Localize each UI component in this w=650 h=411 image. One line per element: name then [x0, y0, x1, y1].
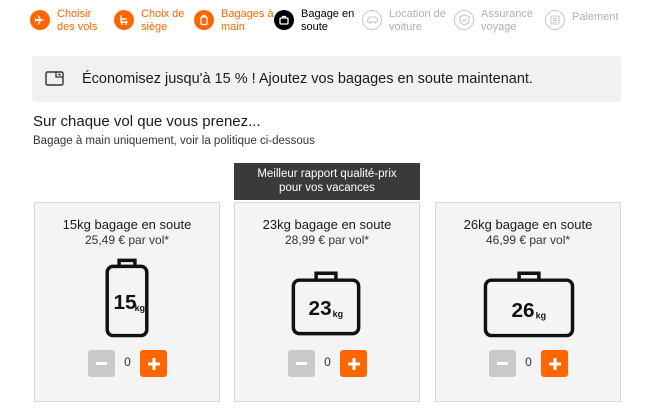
hold-bag-option-23kg[interactable]: 23kg bagage en soute 28,99 € par vol* 23… — [234, 202, 420, 402]
promo-banner: Économisez jusqu'à 15 % ! Ajoutez vos ba… — [32, 56, 621, 102]
hold-bag-option-15kg[interactable]: 15kg bagage en soute 25,49 € par vol* 15… — [34, 202, 220, 402]
increase-button[interactable] — [340, 350, 367, 377]
step-seat-choice[interactable]: Choix de siège — [114, 8, 184, 34]
suitcase-26kg-icon: 26 kg — [483, 271, 575, 338]
section-subheading: Bagage à main uniquement, voir la politi… — [33, 135, 315, 147]
best-value-banner: Meilleur rapport qualité-prix pour vos v… — [234, 163, 420, 200]
increase-button[interactable] — [541, 350, 568, 377]
hold-luggage-icon — [274, 10, 294, 30]
quantity-value: 0 — [124, 355, 131, 369]
decrease-button[interactable] — [288, 350, 315, 377]
step-hold-luggage[interactable]: Bagage en soute — [274, 8, 354, 34]
step-cabin-bags[interactable]: Bagages à main — [194, 8, 274, 34]
quantity-value: 0 — [525, 355, 532, 369]
step-label: Assurance voyage — [481, 8, 533, 33]
shield-icon — [454, 10, 474, 30]
seat-icon — [114, 10, 134, 30]
step-choose-flights[interactable]: Choisir des vols — [30, 8, 97, 34]
bag-weight: 15 — [113, 291, 136, 314]
hold-bag-option-26kg[interactable]: 26kg bagage en soute 46,99 € par vol* 26… — [435, 202, 621, 402]
bag-weight: 26 — [511, 299, 534, 322]
booking-steps: Choisir des vols Choix de siège Bagages … — [30, 8, 630, 42]
option-title: 15kg bagage en soute — [62, 217, 192, 232]
step-car-rental[interactable]: Location de voiture — [362, 8, 446, 34]
plane-icon — [30, 10, 50, 30]
step-label: Choisir des vols — [57, 8, 98, 33]
bag-unit: kg — [333, 309, 343, 319]
cabin-bag-icon — [194, 10, 214, 30]
option-price: 28,99 € par vol* — [284, 233, 370, 247]
decrease-button[interactable] — [489, 350, 516, 377]
step-label: Location de voiture — [389, 8, 446, 33]
step-payment[interactable]: Paiement — [545, 8, 618, 30]
payment-icon — [545, 10, 565, 30]
option-title: 26kg bagage en soute — [463, 217, 593, 232]
option-price: 46,99 € par vol* — [485, 233, 571, 247]
price-tag-icon — [45, 71, 64, 86]
step-travel-insurance[interactable]: Assurance voyage — [454, 8, 533, 34]
quantity-stepper[interactable]: 0 — [35, 350, 219, 378]
car-icon — [362, 10, 382, 30]
increase-button[interactable] — [140, 350, 167, 377]
suitcase-23kg-icon: 23 kg — [291, 271, 361, 336]
step-label: Bagages à main — [221, 8, 274, 33]
step-label: Choix de siège — [141, 8, 185, 33]
decrease-button[interactable] — [88, 350, 115, 377]
quantity-stepper[interactable]: 0 — [436, 350, 620, 378]
quantity-stepper[interactable]: 0 — [235, 350, 419, 378]
promo-text: Économisez jusqu'à 15 % ! Ajoutez vos ba… — [82, 71, 533, 87]
bag-unit: kg — [135, 303, 145, 313]
option-title: 23kg bagage en soute — [262, 217, 392, 232]
step-label: Bagage en soute — [301, 8, 355, 33]
suitcase-15kg-icon: 15 kg — [105, 258, 149, 338]
step-label: Paiement — [572, 11, 619, 23]
bag-weight: 23 — [309, 297, 332, 320]
quantity-value: 0 — [324, 355, 331, 369]
section-heading: Sur chaque vol que vous prenez... — [33, 113, 261, 130]
option-price: 25,49 € par vol* — [84, 233, 170, 247]
bag-unit: kg — [536, 311, 546, 321]
